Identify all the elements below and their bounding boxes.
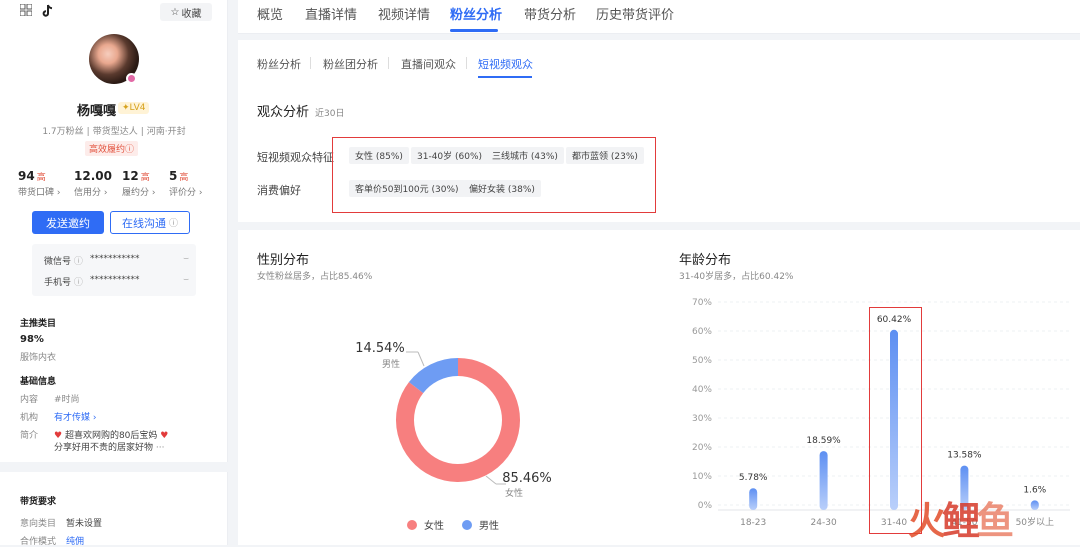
gender-legend: 女性 男性: [407, 519, 499, 532]
level-badge: ✦LV4: [118, 102, 150, 114]
y-tick-label: 20%: [692, 443, 712, 453]
subtab-separator: [310, 57, 311, 69]
age-note: 31-40岁居多，占比60.42%: [679, 272, 794, 282]
subtab-live-audience[interactable]: 直播间观众: [401, 56, 456, 72]
star-icon: ☆: [170, 6, 180, 18]
legend-male: 男性: [479, 519, 499, 532]
influencer-meta: 1.7万粉丝 | 带货型达人 | 河南·开封: [42, 127, 186, 137]
basic-info-title: 基础信息: [20, 377, 57, 387]
category-name: 服饰内衣: [20, 353, 57, 363]
y-tick-label: 10%: [692, 472, 712, 482]
subtab-fan-club[interactable]: 粉丝团分析: [323, 56, 378, 72]
male-slice[interactable]: [408, 358, 459, 394]
content-row: 内容 #时尚: [20, 395, 80, 405]
category-pct: 98%: [20, 334, 44, 345]
tab-fan-analysis[interactable]: 粉丝分析: [450, 4, 502, 23]
female-label: 女性: [505, 487, 523, 499]
y-tick-label: 0%: [698, 501, 713, 511]
y-tick-label: 30%: [692, 414, 712, 424]
wechat-row: 微信号 ⓘ *********** ⌣: [44, 254, 189, 267]
org-row: 机构 有才传媒 ›: [20, 413, 97, 423]
legend-male-dot: [462, 520, 472, 530]
male-label: 男性: [382, 358, 400, 370]
female-callout: 85.46% 女性: [485, 471, 552, 499]
y-tick-label: 60%: [692, 327, 712, 337]
bar-value-label: 13.58%: [947, 451, 982, 461]
phone-row: 手机号 ⓘ *********** ⌣: [44, 275, 189, 288]
favorite-label: 收藏: [181, 8, 202, 20]
sidebar: ☆ 收藏 杨嘎嘎 ✦LV4 1.7万粉丝 | 带货型达人 | 河南·开封 高效履约ⓘ 9…: [0, 0, 229, 547]
stat-reputation[interactable]: 94 高 带货口碑 ›: [18, 169, 78, 198]
subtab-separator: [466, 57, 467, 69]
send-invite-button[interactable]: 发送邀约: [32, 211, 104, 234]
age-title: 年龄分布: [679, 253, 732, 268]
highlight-box: [332, 137, 656, 213]
legend-female: 女性: [424, 519, 444, 532]
female-pct-label: 85.46%: [502, 471, 552, 486]
douyin-icon[interactable]: [42, 4, 55, 22]
legend-female-dot: [407, 520, 417, 530]
age-bar[interactable]: [749, 488, 758, 510]
subtab-fans[interactable]: 粉丝分析: [257, 56, 301, 72]
online-chat-button[interactable]: 在线沟通 ⓘ: [110, 211, 190, 234]
age-bar[interactable]: [819, 451, 828, 510]
gender-donut-chart: 14.54% 男性 85.46% 女性 女性 男性: [355, 341, 552, 532]
bar-value-label: 5.78%: [739, 473, 768, 483]
coop-row: 合作模式 纯佣: [20, 537, 85, 547]
eye-closed-icon[interactable]: ⌣: [183, 254, 189, 264]
y-tick-label: 50%: [692, 356, 712, 366]
influencer-name: 杨嘎嘎: [76, 104, 116, 119]
x-tick-label: 18-23: [740, 518, 766, 528]
category-title: 主推类目: [20, 319, 57, 329]
org-link[interactable]: 有才传媒 ›: [54, 413, 96, 423]
gender-title: 性别分布: [257, 253, 310, 268]
y-tick-label: 70%: [692, 298, 712, 308]
tab-live-details[interactable]: 直播详情: [305, 4, 357, 23]
male-callout: 14.54% 男性: [355, 341, 425, 370]
avatar-badge: [126, 73, 137, 84]
eye-closed-icon[interactable]: ⌣: [183, 275, 189, 285]
stat-review[interactable]: 5高 评价分 ›: [169, 169, 229, 198]
subtab-indicator: [478, 76, 532, 78]
x-tick-label: 50岁以上: [1016, 516, 1054, 528]
sidebar-top-bar: ☆ 收藏: [0, 0, 228, 28]
grid-icon[interactable]: [19, 3, 33, 20]
audience-title: 观众分析 近30日: [257, 105, 345, 120]
requirements-title: 带货要求: [20, 497, 57, 507]
fulfillment-badge: 高效履约ⓘ: [85, 141, 139, 156]
intro-line2: 分享好用不贵的居家好物 ···: [54, 443, 165, 453]
age-bar[interactable]: [1030, 500, 1039, 510]
x-tick-label: 24-30: [811, 518, 837, 528]
y-tick-label: 40%: [692, 385, 712, 395]
tab-video-details[interactable]: 视频详情: [378, 4, 430, 23]
male-pct-label: 14.54%: [355, 341, 405, 356]
section-gap: [238, 222, 1080, 230]
main-tab-bar: 概览 直播详情 视频详情 粉丝分析 带货分析 历史带货评价: [238, 0, 1080, 34]
subtab-video-audience[interactable]: 短视频观众: [478, 56, 533, 72]
intent-row: 意向类目 暂未设置: [20, 519, 103, 529]
section-divider: [0, 462, 228, 472]
tab-sales-reviews[interactable]: 历史带货评价: [596, 4, 674, 23]
watermark-logo: 火鲤鱼: [908, 499, 1014, 543]
subtab-separator: [388, 57, 389, 69]
tab-overview[interactable]: 概览: [257, 4, 283, 23]
bar-value-label: 18.59%: [806, 436, 841, 446]
bar-value-label: 1.6%: [1023, 485, 1046, 495]
active-tab-indicator: [450, 29, 498, 32]
info-icon: ⓘ: [168, 219, 178, 229]
favorite-button[interactable]: ☆ 收藏: [160, 3, 212, 21]
contact-box: 微信号 ⓘ *********** ⌣ 手机号 ⓘ *********** ⌣: [32, 244, 196, 296]
consume-label: 消费偏好: [257, 184, 301, 197]
tab-sales-analysis[interactable]: 带货分析: [524, 4, 576, 23]
feature-label: 短视频观众特征: [257, 151, 334, 164]
